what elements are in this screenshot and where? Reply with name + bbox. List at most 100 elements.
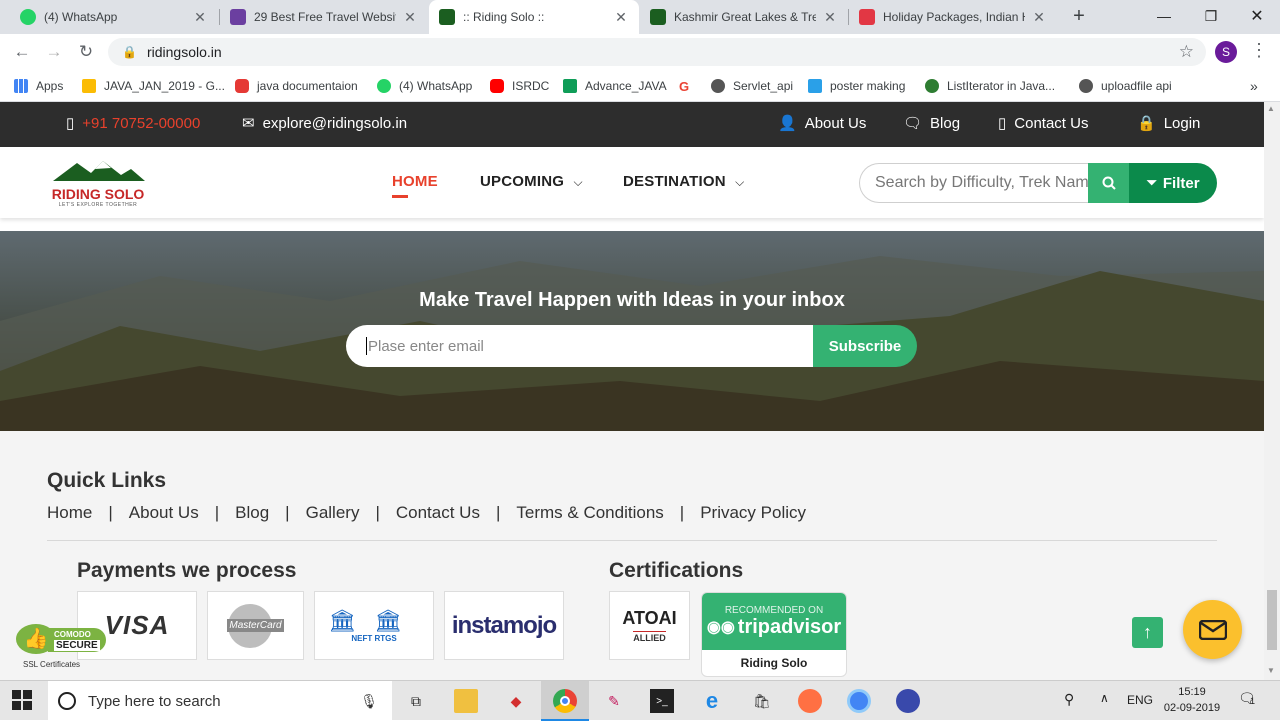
email-contact[interactable]: ✉ explore@ridingsolo.in [242, 114, 407, 133]
edge-icon[interactable]: e [700, 688, 724, 713]
minimize-button[interactable]: — [1141, 0, 1187, 32]
footer-link-terms[interactable]: Terms & Conditions [516, 503, 663, 523]
footer-link-gallery[interactable]: Gallery [306, 503, 360, 523]
browser-tab-whatsapp[interactable]: (4) WhatsApp ✕ [10, 0, 218, 34]
topbar-contact-us[interactable]: ▯ Contact Us [998, 114, 1088, 133]
bookmark-label: ISRDC [512, 79, 550, 93]
chrome-taskbar-button[interactable] [541, 681, 589, 721]
cortana-circle-icon [58, 692, 76, 710]
windows-taskbar: Type here to search 🎙 ⧉ ◆ ✎ >_ e 🛍 ⚲ ∧ E… [0, 680, 1280, 721]
footer-link-home[interactable]: Home [47, 503, 92, 523]
chromium-icon[interactable] [847, 689, 871, 713]
bookmark-listiterator[interactable]: ListIterator in Java... [925, 76, 1055, 96]
subscribe-button[interactable]: Subscribe [813, 325, 917, 367]
topbar-link-label: Blog [930, 114, 961, 132]
profile-avatar[interactable]: S [1215, 41, 1237, 63]
phone-contact[interactable]: ▯ +91 70752-00000 [66, 114, 200, 133]
nav-home[interactable]: HOME [392, 173, 438, 198]
task-view-icon[interactable]: ⧉ [404, 689, 428, 713]
close-icon[interactable]: ✕ [1031, 9, 1047, 26]
recommended-text: RECOMMENDED ON [724, 604, 824, 616]
bookmark-whatsapp[interactable]: (4) WhatsApp [377, 76, 472, 96]
scroll-to-top-button[interactable]: ↑ [1132, 617, 1163, 648]
acrobat-icon[interactable]: ◆ [504, 689, 528, 713]
new-tab-button[interactable]: + [1068, 5, 1090, 27]
store-icon[interactable]: 🛍 [750, 689, 774, 713]
bookmark-label: (4) WhatsApp [399, 79, 473, 93]
page-scrollbar[interactable]: ▲ ▼ [1264, 102, 1280, 680]
people-icon[interactable]: ⚲ [1064, 691, 1074, 708]
footer-link-privacy[interactable]: Privacy Policy [700, 503, 806, 523]
close-icon[interactable]: ✕ [822, 9, 838, 26]
terminal-icon[interactable]: >_ [650, 689, 674, 713]
footer-link-contact-us[interactable]: Contact Us [396, 503, 480, 523]
close-icon[interactable]: ✕ [402, 9, 418, 26]
bookmark-uploadfile-api[interactable]: uploadfile api [1079, 76, 1172, 96]
bookmark-java-docs[interactable]: java documentaion [235, 76, 358, 96]
browser-tab-travel-websites[interactable]: 29 Best Free Travel Website ✕ [220, 0, 428, 34]
browser-tab-kashmir[interactable]: Kashmir Great Lakes & Trek ✕ [640, 0, 848, 34]
bookmark-poster-making[interactable]: poster making [808, 76, 905, 96]
eclipse-icon[interactable] [896, 689, 920, 713]
bookmark-java-jan[interactable]: JAVA_JAN_2019 - G... [82, 76, 225, 96]
chevron-up-icon[interactable]: ∧ [1100, 691, 1109, 705]
address-bar[interactable]: 🔒 ridingsolo.in ☆ [108, 38, 1206, 66]
nav-destination[interactable]: DESTINATION ⌵ [623, 173, 744, 190]
more-bookmarks-icon[interactable]: » [1250, 76, 1258, 96]
browser-tab-holiday-packages[interactable]: Holiday Packages, Indian H ✕ [849, 0, 1057, 34]
menu-icon[interactable]: ⋮ [1250, 40, 1268, 61]
bookmark-google[interactable]: G [679, 76, 701, 96]
topbar-login[interactable]: 🔒 Login [1137, 114, 1200, 133]
bookmark-isrdc[interactable]: ISRDC [490, 76, 549, 96]
reload-button[interactable]: ↻ [72, 38, 100, 66]
bookmark-apps[interactable]: Apps [14, 76, 63, 96]
chat-button[interactable] [1183, 600, 1242, 659]
image-icon [808, 79, 822, 93]
trek-search-input[interactable]: Search by Difficulty, Trek Name [859, 163, 1088, 203]
topbar-about-us[interactable]: 👤 About Us [778, 114, 866, 133]
scrollbar-thumb[interactable] [1267, 590, 1277, 650]
bookmark-servlet-api[interactable]: Servlet_api [711, 76, 793, 96]
close-icon[interactable]: ✕ [613, 9, 629, 26]
bookmark-advance-java[interactable]: Advance_JAVA [563, 76, 667, 96]
scroll-up-arrow-icon[interactable]: ▲ [1267, 104, 1275, 113]
mastercard-text: MasterCard [227, 619, 284, 632]
windows-start-icon[interactable] [12, 690, 34, 712]
tab-title: :: Riding Solo :: [463, 10, 545, 24]
tripadvisor-badge[interactable]: RECOMMENDED ON ◉◉ tripadvisor Riding Solo [701, 592, 847, 677]
clock[interactable]: 15:19 02-09-2019 [1162, 684, 1222, 716]
logo-tagline: LET'S EXPLORE TOGETHER [58, 202, 138, 208]
tripadvisor-owl-icon: ◉◉ tripadvisor [706, 615, 842, 638]
makemytrip-favicon-icon [859, 9, 875, 25]
firefox-icon[interactable] [798, 689, 822, 713]
footer-link-about-us[interactable]: About Us [129, 503, 199, 523]
atoai-sub-text: ALLIED [633, 631, 666, 643]
restore-button[interactable]: ❐ [1188, 0, 1234, 32]
notifications-icon[interactable]: 🗨 1 [1238, 690, 1260, 710]
file-explorer-icon[interactable] [454, 689, 478, 713]
bookmark-star-icon[interactable]: ☆ [1179, 42, 1194, 62]
youtube-icon [490, 79, 504, 93]
language-indicator[interactable]: ENG [1127, 693, 1153, 707]
back-button[interactable]: ← [8, 38, 36, 66]
forward-button[interactable]: → [40, 38, 68, 66]
bookmark-label: Servlet_api [733, 79, 794, 93]
scroll-down-arrow-icon[interactable]: ▼ [1267, 666, 1275, 675]
footer-link-blog[interactable]: Blog [235, 503, 269, 523]
close-icon[interactable]: ✕ [192, 9, 208, 26]
riding-solo-logo[interactable]: RIDING SOLO LET'S EXPLORE TOGETHER [47, 159, 149, 209]
filter-button[interactable]: ⏷ Filter [1129, 163, 1217, 203]
envelope-icon: ✉ [242, 115, 255, 132]
clock-time: 15:19 [1178, 686, 1206, 698]
pen-tool-icon[interactable]: ✎ [602, 689, 626, 713]
browser-tab-riding-solo[interactable]: :: Riding Solo :: ✕ [429, 0, 639, 34]
taskbar-search-box[interactable]: Type here to search 🎙 [48, 681, 392, 721]
search-button[interactable] [1088, 163, 1129, 203]
microphone-icon[interactable]: 🎙 [360, 693, 378, 710]
close-window-button[interactable]: ✕ [1234, 0, 1280, 32]
comodo-secure-seal[interactable]: 👍 COMODO SECURE SSL Certificates [12, 606, 108, 669]
topbar-blog[interactable]: 🗨 Blog [903, 114, 961, 133]
newsletter-email-input[interactable]: Plase enter email [346, 325, 814, 367]
comodo-line1: COMODO [54, 630, 91, 639]
nav-upcoming[interactable]: UPCOMING ⌵ [480, 173, 583, 190]
